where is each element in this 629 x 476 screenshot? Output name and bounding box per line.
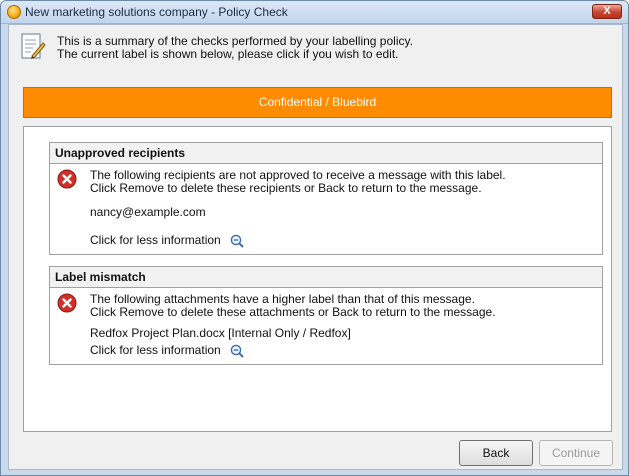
less-info-label[interactable]: Click for less information	[90, 343, 221, 357]
check-label-mismatch: Label mismatch The following attachments…	[49, 266, 603, 365]
summary-text-line2: The current label is shown below, please…	[57, 47, 399, 61]
less-info-label[interactable]: Click for less information	[90, 233, 221, 247]
policy-check-window: New marketing solutions company - Policy…	[0, 0, 629, 476]
zoom-out-icon[interactable]	[230, 234, 244, 248]
continue-button[interactable]: Continue	[539, 440, 613, 466]
less-info-link[interactable]: Click for less information	[90, 343, 244, 358]
close-button[interactable]: X	[592, 4, 622, 19]
summary-text-line1: This is a summary of the checks performe…	[57, 34, 413, 48]
check-message-line1: The following recipients are not approve…	[90, 168, 506, 182]
window-title: New marketing solutions company - Policy…	[25, 5, 288, 19]
recipient-address: nancy@example.com	[90, 205, 206, 219]
attachment-name: Redfox Project Plan.docx [Internal Only …	[90, 326, 351, 340]
error-x-icon	[57, 293, 77, 313]
check-message-line1: The following attachments have a higher …	[90, 292, 475, 306]
dialog-body: This is a summary of the checks performe…	[8, 24, 623, 470]
app-logo-icon	[7, 5, 21, 19]
check-message-line2: Click Remove to delete these recipients …	[90, 181, 482, 195]
check-title: Label mismatch	[50, 267, 602, 288]
check-message-line2: Click Remove to delete these attachments…	[90, 305, 496, 319]
back-button[interactable]: Back	[459, 440, 533, 466]
check-title: Unapproved recipients	[50, 143, 602, 164]
less-info-link[interactable]: Click for less information	[90, 233, 244, 248]
title-bar: New marketing solutions company - Policy…	[1, 1, 628, 24]
checks-panel: Unapproved recipients The following reci…	[23, 126, 612, 432]
current-label-button[interactable]: Confidential / Bluebird	[23, 87, 612, 118]
check-unapproved-recipients: Unapproved recipients The following reci…	[49, 142, 603, 255]
document-pencil-icon	[21, 33, 46, 59]
error-x-icon	[57, 169, 77, 189]
zoom-out-icon[interactable]	[230, 344, 244, 358]
